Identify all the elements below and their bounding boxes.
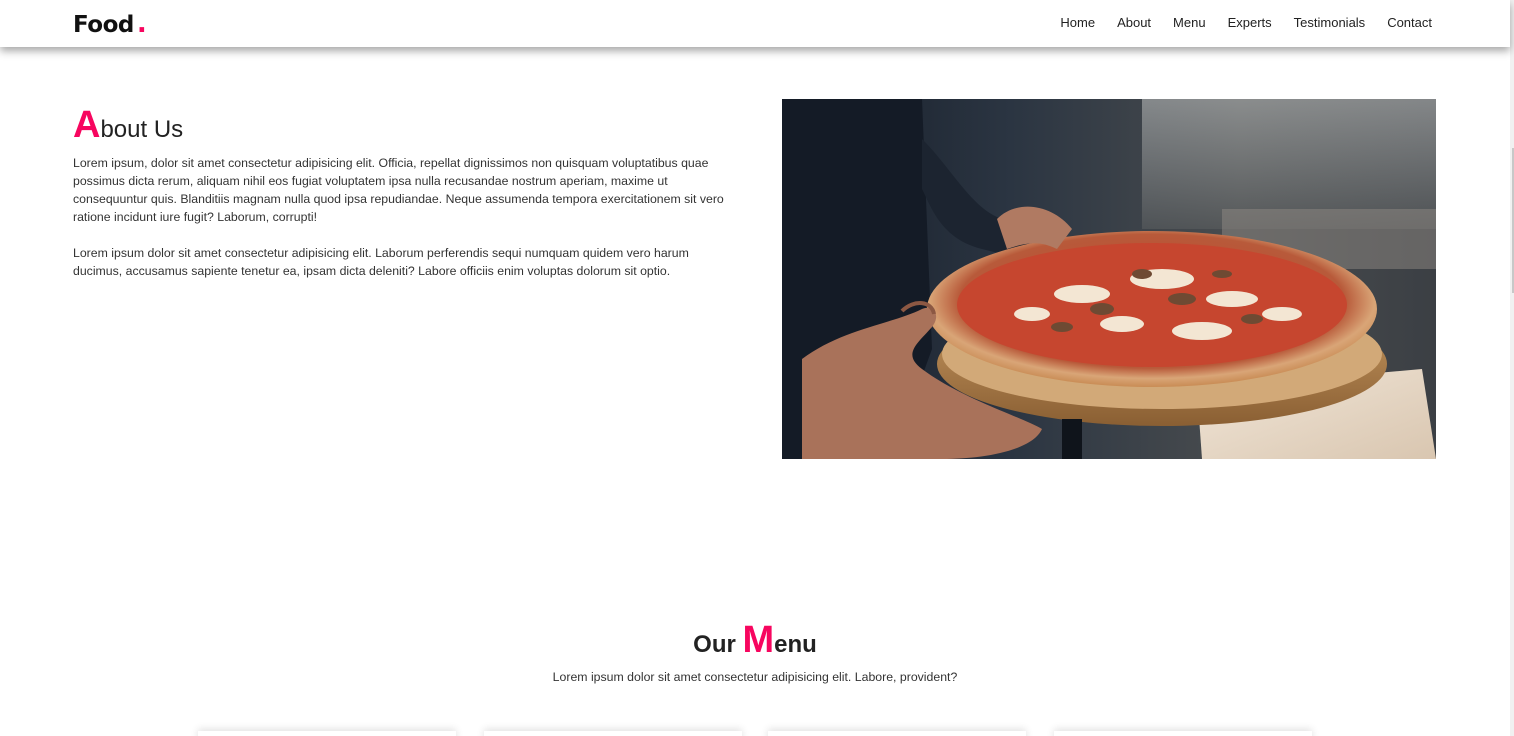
menu-title: Our Menu: [0, 619, 1510, 662]
nav-link-testimonials[interactable]: Testimonials: [1294, 15, 1366, 30]
menu-subtitle: Lorem ipsum dolor sit amet consectetur a…: [552, 670, 958, 684]
menu-card[interactable]: [768, 731, 1026, 736]
menu-title-rest: enu: [774, 631, 817, 658]
brand-name: Food: [73, 12, 134, 38]
nav-menu: Home About Menu Experts Testimonials Con…: [1060, 15, 1432, 30]
pizza-illustration: [782, 99, 1436, 459]
navbar: Food. Home About Menu Experts Testimonia…: [0, 0, 1510, 47]
brand-dot: .: [136, 9, 147, 39]
nav-link-home[interactable]: Home: [1060, 15, 1095, 30]
menu-title-initial: M: [742, 619, 775, 661]
about-paragraph-2: Lorem ipsum dolor sit amet consectetur a…: [73, 246, 689, 278]
nav-link-about[interactable]: About: [1117, 15, 1151, 30]
about-title-initial: A: [73, 104, 101, 146]
menu-card[interactable]: [1054, 731, 1312, 736]
menu-title-prefix: Our: [693, 631, 743, 658]
nav-link-experts[interactable]: Experts: [1228, 15, 1272, 30]
scrollbar-track[interactable]: [1510, 0, 1514, 736]
about-title-rest: bout Us: [100, 116, 184, 143]
nav-link-contact[interactable]: Contact: [1387, 15, 1432, 30]
nav-link-menu[interactable]: Menu: [1173, 15, 1206, 30]
brand-logo[interactable]: Food.: [73, 9, 147, 39]
about-pizza-image: [782, 99, 1436, 459]
about-paragraph-1: Lorem ipsum, dolor sit amet consectetur …: [73, 156, 724, 224]
menu-card[interactable]: [198, 731, 456, 736]
menu-card[interactable]: [484, 731, 742, 736]
about-title: About Us: [73, 104, 183, 147]
